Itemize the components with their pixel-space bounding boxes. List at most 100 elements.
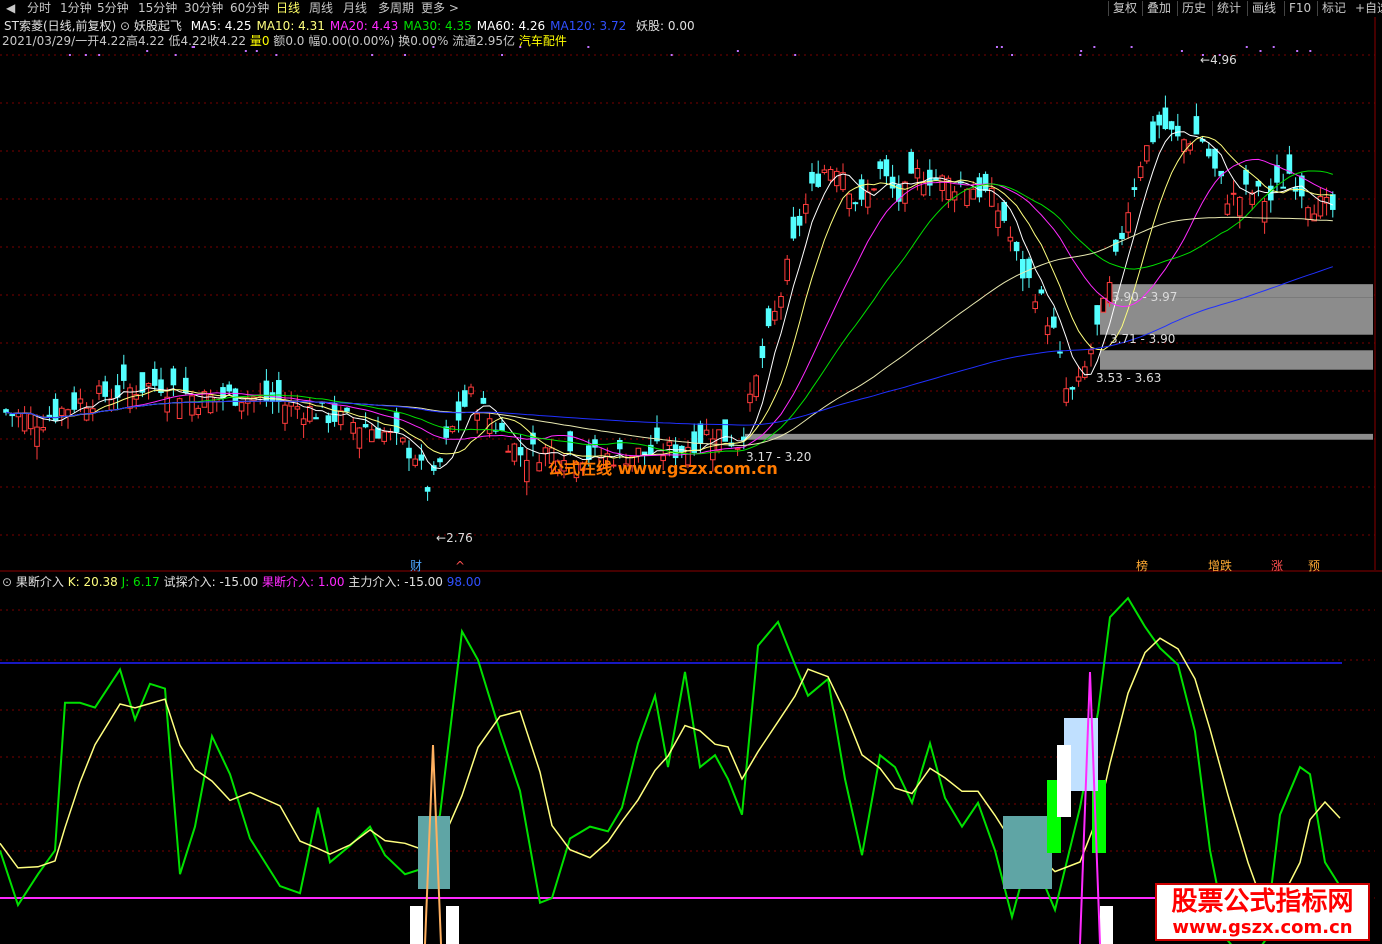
candle-body <box>1044 325 1051 336</box>
candle-body <box>1088 349 1094 355</box>
signal-dot <box>255 50 258 52</box>
candle-body <box>790 216 797 239</box>
candle-body <box>666 441 673 447</box>
candle-body <box>505 450 511 453</box>
sub-trial: 试探介入: -15.00 <box>163 575 259 589</box>
candle-body <box>784 258 791 282</box>
quote-range: 0.00(0.00%) <box>320 34 395 48</box>
candle-body <box>1212 148 1218 169</box>
candle-body <box>294 406 301 410</box>
sub-collapse-icon[interactable]: ⊙ <box>2 575 12 589</box>
candle-body <box>691 431 698 453</box>
candle-body <box>1230 192 1237 195</box>
candle-body <box>1057 351 1063 354</box>
event-tag-up[interactable]: ^ <box>455 559 465 573</box>
high-price-marker: ←4.96 <box>1200 53 1237 67</box>
signal-dot <box>1130 46 1133 48</box>
white-bar-2 <box>446 906 459 944</box>
candle-body <box>982 173 989 191</box>
candle-body <box>468 386 474 395</box>
candle-body <box>499 422 505 431</box>
candle-body <box>1206 148 1212 157</box>
candle-body <box>28 413 34 430</box>
candle-body <box>344 407 350 412</box>
candle-body <box>338 410 344 426</box>
signal-dot <box>275 54 278 56</box>
candle-body <box>1280 186 1287 189</box>
candle-body <box>524 459 530 483</box>
signal-dot <box>1180 50 1183 52</box>
candle-body <box>1137 166 1144 179</box>
candle-body <box>1144 145 1150 162</box>
candle-body <box>1038 289 1045 294</box>
candle-body <box>1150 121 1156 143</box>
candle-body <box>1168 121 1175 130</box>
event-tag-finance[interactable]: 财 <box>410 559 422 573</box>
candle-body <box>424 487 431 492</box>
signal-dot <box>1093 46 1096 48</box>
signal-dot <box>1080 50 1083 52</box>
ma-value-1: MA10: 4.31 <box>256 19 325 33</box>
candle-body <box>77 398 84 404</box>
low-price-marker: ←2.76 <box>436 531 473 545</box>
candle-body <box>511 443 518 462</box>
candle-body <box>1001 201 1008 221</box>
candle-body <box>865 191 871 208</box>
candle-body <box>567 431 574 452</box>
candle-body <box>170 368 177 386</box>
candle-body <box>840 172 846 191</box>
zone-label-2: 3.71 - 3.90 <box>1110 332 1176 346</box>
candle-body <box>827 168 834 181</box>
candle-body <box>1100 297 1107 313</box>
candle-body <box>1162 107 1169 130</box>
signal-dot <box>1079 54 1082 56</box>
signal-dot <box>404 54 407 56</box>
candle-body <box>362 424 369 428</box>
candle-body <box>1255 180 1262 187</box>
zone-label-3: 3.53 - 3.63 <box>1096 371 1162 385</box>
quote-float: 2.95亿 <box>476 34 515 48</box>
quote-high: 4.22 <box>137 34 165 48</box>
yaogu-value: 妖股: 0.00 <box>636 19 695 33</box>
signal-dot <box>670 54 673 56</box>
candle-body <box>313 417 319 420</box>
ma-value-5: MA120: 3.72 <box>550 19 627 33</box>
candle-body <box>883 159 890 177</box>
ma-value-0: MA5: 4.25 <box>190 19 252 33</box>
event-tag-rise[interactable]: 涨 <box>1271 559 1283 573</box>
candle-body <box>995 210 1001 228</box>
candle-body <box>778 295 784 308</box>
candle-body <box>381 431 387 442</box>
candle-body <box>400 437 406 443</box>
signal-dot <box>244 50 247 52</box>
candle-body <box>1026 258 1032 279</box>
candle-body <box>325 415 332 424</box>
event-tag-change[interactable]: 增跌 <box>1208 559 1232 573</box>
quote-close: 4.22 <box>219 34 246 48</box>
candle-body <box>1274 165 1280 183</box>
candle-body <box>617 440 623 450</box>
candle-body <box>152 368 158 386</box>
candle-body <box>1119 232 1125 240</box>
quote-amount: 0.0 <box>285 34 305 48</box>
candle-body <box>722 419 729 442</box>
candle-body <box>803 203 809 214</box>
signal-dot <box>1011 54 1014 56</box>
candle-body <box>747 393 753 404</box>
candle-body <box>772 310 778 321</box>
candle-body <box>276 380 282 402</box>
candle-body <box>517 447 524 456</box>
event-tag-forecast[interactable]: 预 <box>1308 559 1320 573</box>
candle-body <box>189 395 195 416</box>
event-tag-rank[interactable]: 榜 <box>1136 559 1148 573</box>
candle-body <box>300 418 307 425</box>
candle-body <box>455 401 462 421</box>
candle-body <box>96 385 102 394</box>
candle-body <box>914 168 921 179</box>
candle-body <box>964 188 970 207</box>
signal-dot <box>174 54 177 56</box>
candle-body <box>796 215 803 226</box>
quote-sector: 汽车配件 <box>518 34 567 48</box>
candle-body <box>21 412 28 432</box>
j-line <box>0 596 1341 944</box>
